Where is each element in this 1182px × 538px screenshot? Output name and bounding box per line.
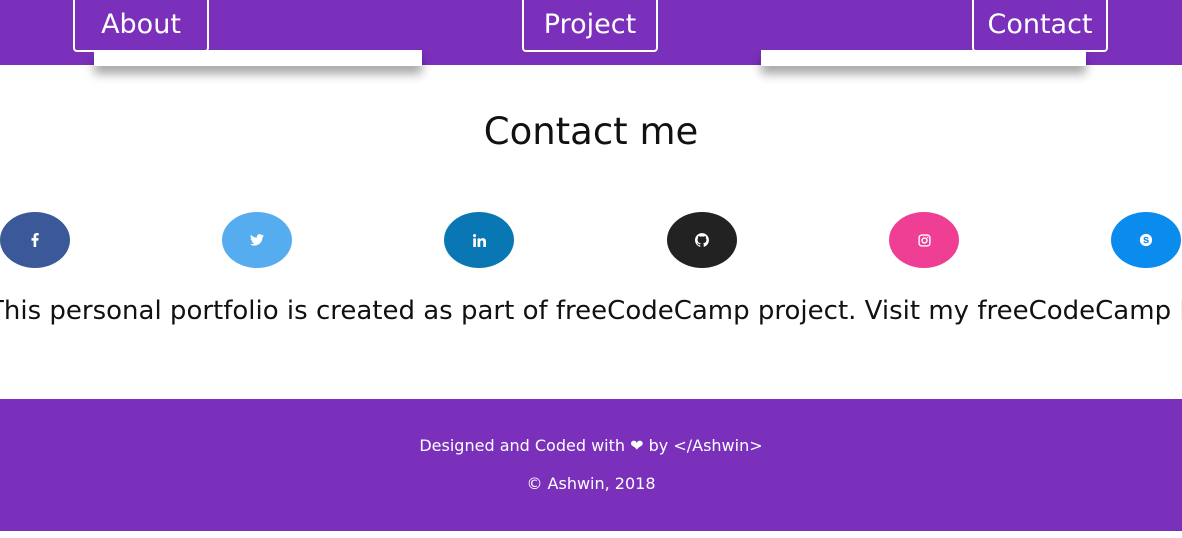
nav-about-button[interactable]: About <box>73 0 209 52</box>
footer-credit-suffix: by </Ashwin> <box>648 436 763 455</box>
nav-project-button[interactable]: Project <box>522 0 658 52</box>
github-icon <box>695 233 709 247</box>
nav-contact-button[interactable]: Contact <box>972 0 1108 52</box>
footer-copyright: © Ashwin, 2018 <box>526 474 656 493</box>
instagram-link[interactable] <box>889 212 959 268</box>
instagram-icon <box>917 233 931 247</box>
card-shadow-right <box>761 50 1086 66</box>
github-link[interactable] <box>667 212 737 268</box>
footer: Designed and Coded with ❤ by </Ashwin> ©… <box>0 399 1182 531</box>
portfolio-page: About Project Contact Contact me This pe… <box>0 0 1182 538</box>
portfolio-note: This personal portfolio is created as pa… <box>0 296 1182 326</box>
contact-section-title: Contact me <box>483 110 699 153</box>
freecodecamp-profile-link[interactable]: freeCodeCamp Profile <box>977 296 1182 326</box>
twitter-icon <box>250 234 264 246</box>
skype-icon <box>1139 233 1153 247</box>
facebook-link[interactable] <box>0 212 70 268</box>
facebook-icon <box>31 233 39 247</box>
portfolio-note-text: This personal portfolio is created as pa… <box>0 296 978 326</box>
twitter-link[interactable] <box>222 212 292 268</box>
card-shadow-left <box>94 50 422 66</box>
footer-credit: Designed and Coded with ❤ by </Ashwin> <box>0 436 1182 455</box>
heart-icon: ❤ <box>630 436 644 455</box>
footer-credit-prefix: Designed and Coded with <box>419 436 626 455</box>
skype-link[interactable] <box>1111 212 1181 268</box>
linkedin-icon <box>472 233 486 247</box>
linkedin-link[interactable] <box>444 212 514 268</box>
